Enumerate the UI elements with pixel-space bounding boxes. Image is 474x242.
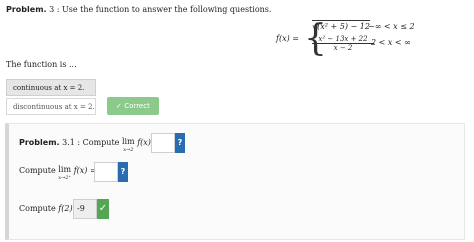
subproblem-limit-right-row: Compute lim x→2⁺ f(x) =: [19, 166, 97, 182]
limit-notation: lim x→2: [122, 138, 135, 154]
problem-number: 3: [49, 5, 55, 14]
check-icon: ✓: [116, 102, 123, 110]
subproblem-number: 3.1: [62, 138, 75, 147]
help-button-2[interactable]: ?: [118, 162, 128, 182]
subproblem-3-1-row: Problem. 3.1 : Compute lim x→2 f(x) =: [19, 138, 160, 154]
case1-expr: √(x² + 5) − 12: [312, 20, 370, 31]
lim-subscript: x→2: [123, 147, 134, 153]
f2-answer-input[interactable]: -9: [73, 199, 97, 219]
lim-subscript-2: x→2⁺: [58, 175, 72, 181]
choice-continuous-label: continuous at x = 2.: [13, 84, 85, 92]
subproblem-prefix: : Compute: [77, 138, 120, 147]
limit-notation-2: lim x→2⁺: [58, 166, 71, 182]
case1-condition: −∞ < x ≤ 2: [368, 22, 415, 31]
problem-label: Problem.: [6, 5, 47, 14]
page: Problem. 3 : Use the function to answer …: [0, 0, 474, 242]
correct-badge: ✓ Correct: [107, 97, 159, 115]
check-button[interactable]: ✓: [97, 199, 109, 219]
question-prompt: The function is ...: [6, 60, 77, 69]
lim-word-2: lim: [58, 165, 72, 174]
limit-left-answer-input[interactable]: [151, 133, 175, 153]
problem-header: Problem. 3 : Use the function to answer …: [6, 4, 271, 16]
case2-numerator: x² − 13x + 22: [312, 35, 374, 44]
subproblem-panel: Problem. 3.1 : Compute lim x→2 f(x) = ? …: [5, 123, 465, 240]
question-mark-icon: ?: [120, 167, 126, 176]
question-mark-icon: ?: [177, 138, 183, 147]
lim-word: lim: [121, 137, 135, 146]
case2-condition: 2 < x < ∞: [371, 38, 411, 47]
check-icon: ✓: [98, 203, 108, 214]
case1-expression: √(x² + 5) − 12: [312, 20, 370, 31]
problem-instruction: : Use the function to answer the followi…: [56, 5, 272, 14]
choice-discontinuous-label: discontinuous at x = 2.: [13, 103, 95, 111]
case2-fraction: x² − 13x + 22 x − 2: [312, 35, 374, 52]
piecewise-function: f(x) = { √(x² + 5) − 12 x² − 13x + 22 x …: [276, 20, 426, 60]
subproblem-prefix-2: Compute: [19, 166, 56, 175]
subproblem-prefix-3: Compute: [19, 204, 56, 213]
correct-label: Correct: [124, 102, 150, 110]
limit-right-answer-input[interactable]: [94, 162, 118, 182]
case2-denominator: x − 2: [333, 44, 353, 52]
function-lhs: f(x) =: [276, 34, 299, 43]
choice-discontinuous[interactable]: discontinuous at x = 2.: [6, 98, 96, 115]
choice-continuous[interactable]: continuous at x = 2.: [6, 79, 96, 96]
help-button-1[interactable]: ?: [175, 133, 185, 153]
subproblem-label: Problem.: [19, 138, 60, 147]
